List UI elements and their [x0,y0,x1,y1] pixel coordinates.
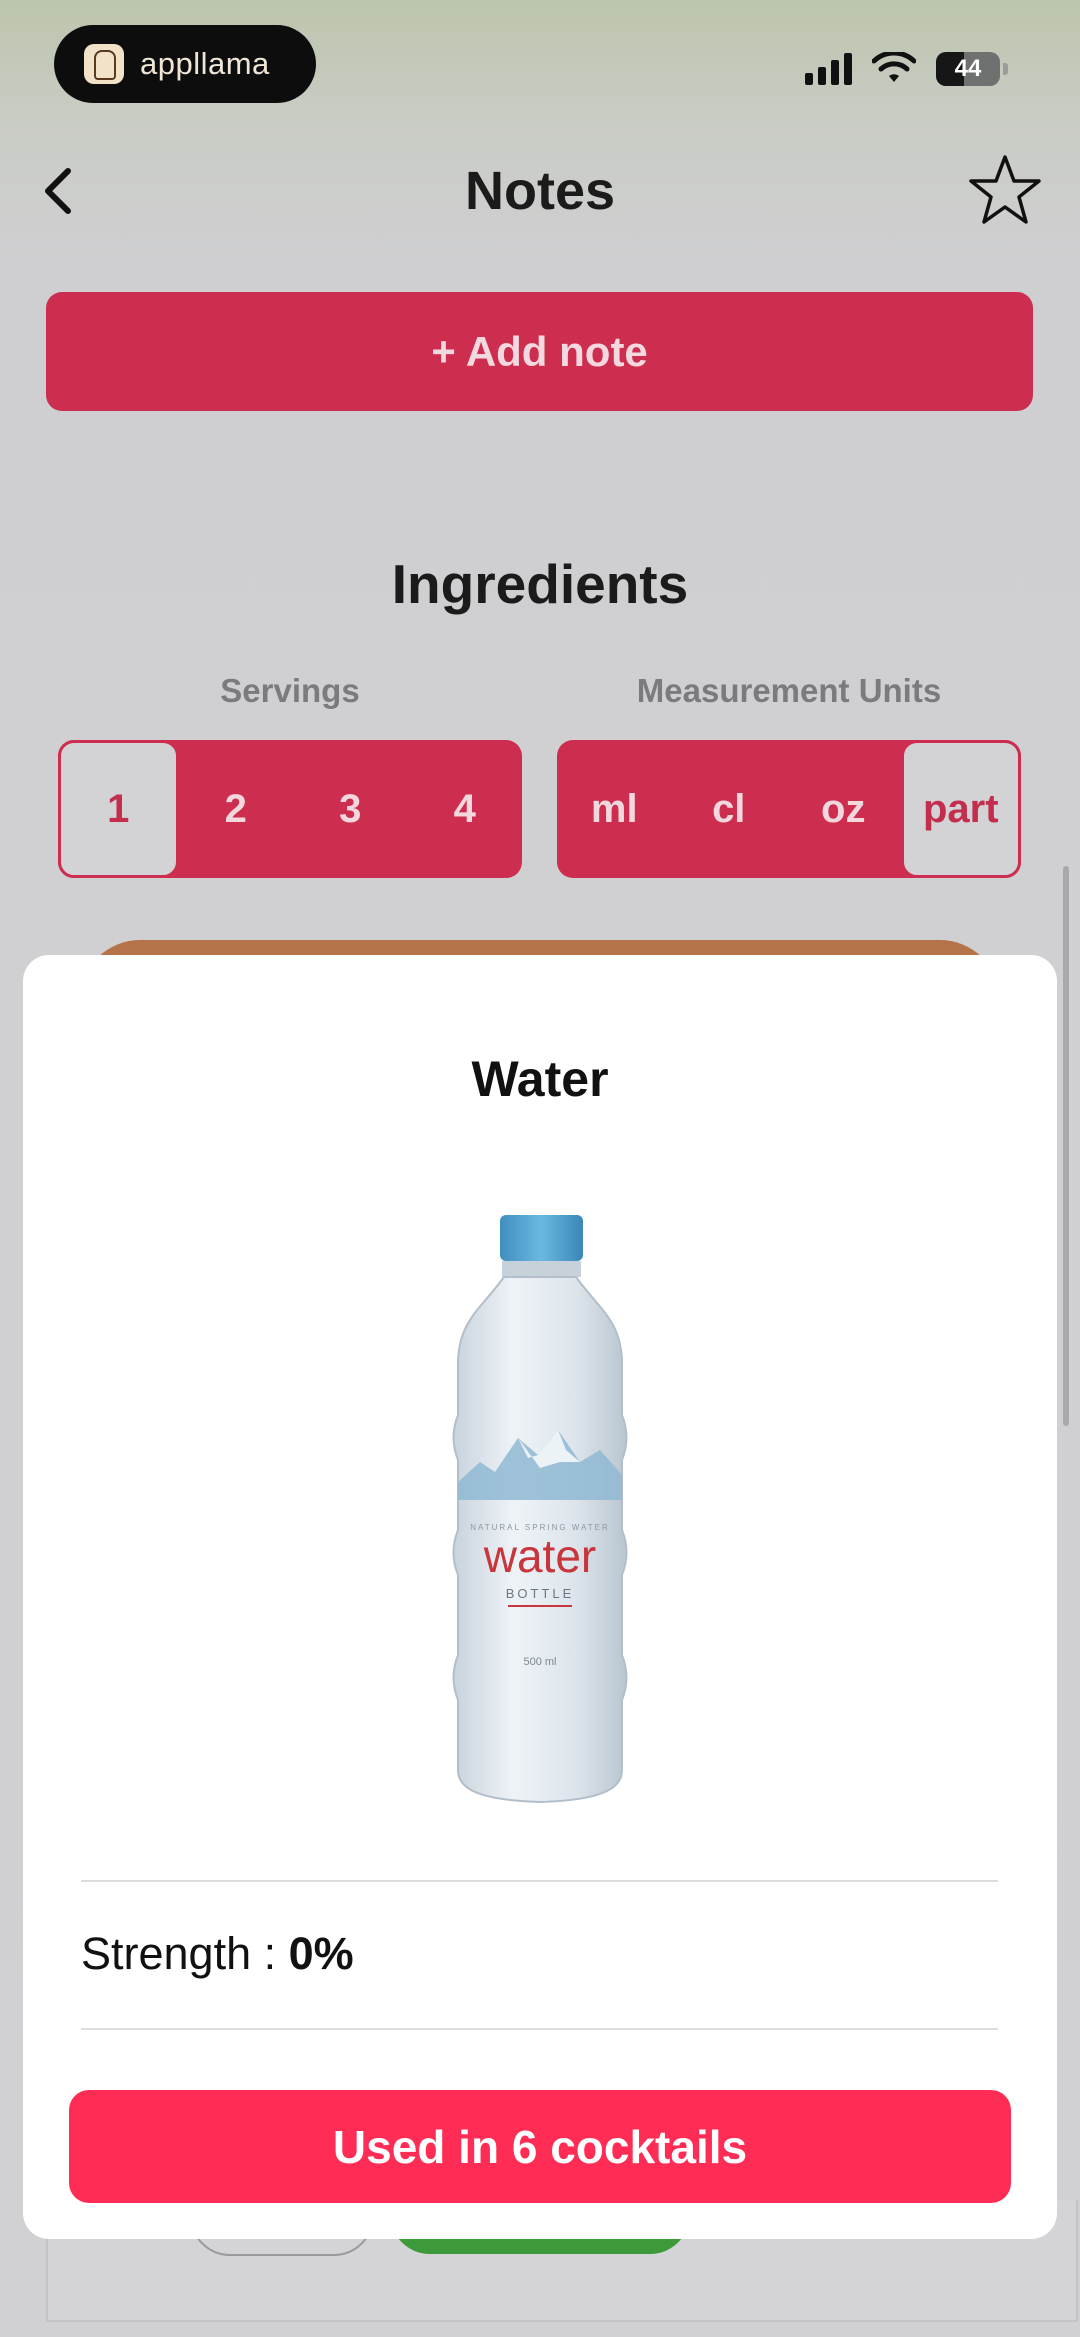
divider [81,2028,998,2030]
units-option-cl[interactable]: cl [672,740,787,878]
measurement-units-label: Measurement Units [636,672,942,709]
app-badge[interactable]: appllama [54,25,316,103]
battery-level: 44 [954,55,982,82]
strength-value: 0% [288,1928,354,1979]
add-note-button[interactable]: + Add note [46,292,1033,411]
servings-option-3[interactable]: 3 [293,740,408,878]
servings-selector: 1 2 3 4 [58,740,522,878]
servings-label: Servings [220,672,360,709]
servings-option-2[interactable]: 2 [179,740,294,878]
page-title: Notes [464,161,616,221]
water-bottle-image: NATURAL SPRING WATER water BOTTLE 500 ml [452,1215,628,1804]
bottle-label-sub: BOTTLE [506,1586,575,1601]
bottle-label-volume: 500 ml [523,1656,556,1668]
ingredients-title: Ingredients [391,553,689,615]
signal-icon [805,53,852,85]
units-option-oz[interactable]: oz [786,740,901,878]
status-indicators: 44 [805,52,1008,86]
star-outline-icon[interactable] [968,153,1042,227]
strength-label: Strength : [81,1928,289,1979]
servings-option-4[interactable]: 4 [408,740,523,878]
strength-row: Strength : 0% [81,1928,354,1980]
used-in-cocktails-button[interactable]: Used in 6 cocktails [69,2090,1011,2203]
units-option-part[interactable]: part [900,740,1021,878]
bottle-label-brand: water [483,1530,596,1582]
units-option-ml[interactable]: ml [557,740,672,878]
servings-option-1[interactable]: 1 [58,740,179,878]
app-badge-label: appllama [140,46,270,81]
scrollbar[interactable] [1063,866,1069,1426]
battery-icon: 44 [936,52,1000,86]
units-selector: ml cl oz part [557,740,1021,878]
modal-title: Water [471,1051,609,1107]
divider [81,1880,998,1882]
wifi-icon [872,52,916,82]
llama-logo-icon [84,44,124,84]
